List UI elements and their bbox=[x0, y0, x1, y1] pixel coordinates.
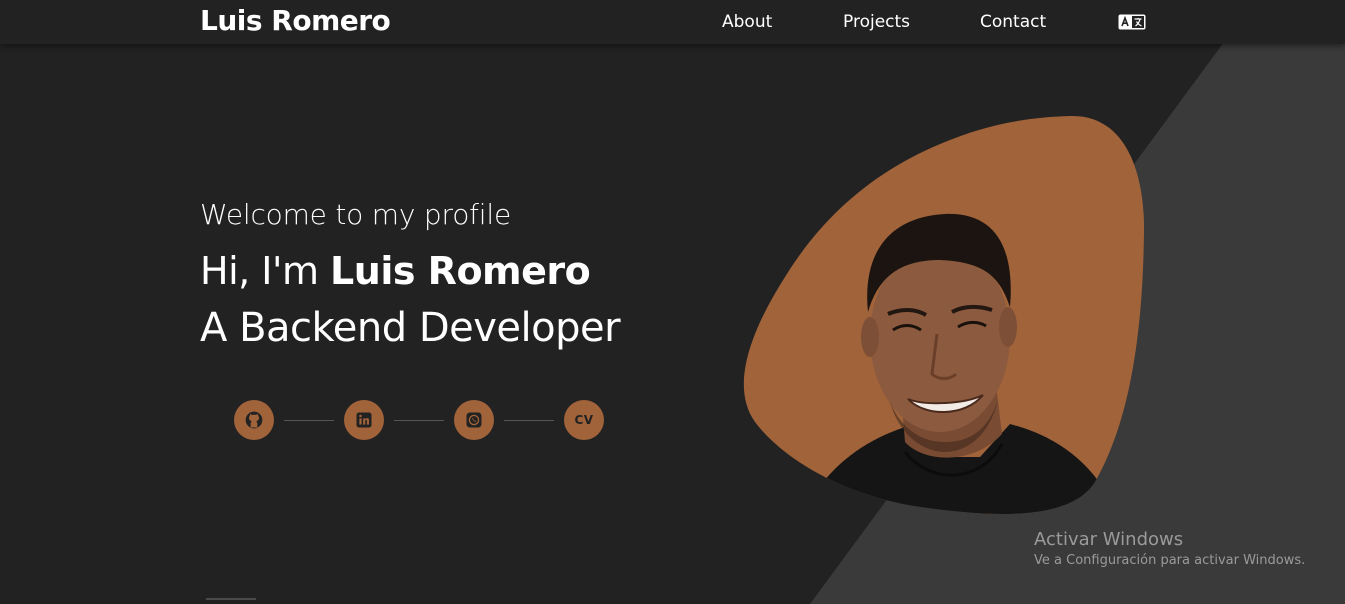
brand-logo[interactable]: Luis Romero bbox=[200, 4, 391, 37]
greeting-heading: Hi, I'm Luis Romero bbox=[200, 249, 620, 293]
whatsapp-button[interactable] bbox=[454, 400, 494, 440]
whatsapp-icon bbox=[466, 412, 482, 428]
welcome-text: Welcome to my profile bbox=[200, 198, 511, 231]
watermark-title: Activar Windows bbox=[1034, 529, 1184, 550]
hero-name: Luis Romero bbox=[330, 249, 591, 293]
social-divider bbox=[394, 419, 444, 421]
navbar: Luis Romero About Projects Contact bbox=[0, 0, 1345, 44]
windows-activation-watermark: Activar Windows Ve a Configuración para … bbox=[1034, 529, 1305, 568]
profile-photo-illustration bbox=[743, 115, 1145, 515]
greeting-prefix: Hi, I'm bbox=[200, 249, 331, 293]
next-section-peek bbox=[206, 598, 256, 600]
github-icon bbox=[245, 411, 263, 429]
nav-link-about[interactable]: About bbox=[722, 12, 772, 32]
translate-icon bbox=[1118, 14, 1146, 30]
nav-link-contact[interactable]: Contact bbox=[980, 12, 1046, 32]
nav-link-projects[interactable]: Projects bbox=[843, 12, 910, 32]
profile-photo bbox=[740, 112, 1150, 522]
linkedin-icon bbox=[356, 412, 372, 428]
role-heading: A Backend Developer bbox=[200, 305, 621, 351]
watermark-subtitle: Ve a Configuración para activar Windows. bbox=[1034, 553, 1306, 568]
cv-button[interactable]: CV bbox=[564, 400, 604, 440]
social-divider bbox=[284, 419, 334, 421]
cv-icon: CV bbox=[574, 413, 594, 427]
hero-text: Welcome to my profile Hi, I'm Luis Romer… bbox=[200, 198, 621, 351]
social-links: CV bbox=[234, 400, 604, 440]
social-divider bbox=[504, 419, 554, 421]
github-button[interactable] bbox=[234, 400, 274, 440]
language-toggle-button[interactable] bbox=[1118, 14, 1146, 30]
linkedin-button[interactable] bbox=[344, 400, 384, 440]
